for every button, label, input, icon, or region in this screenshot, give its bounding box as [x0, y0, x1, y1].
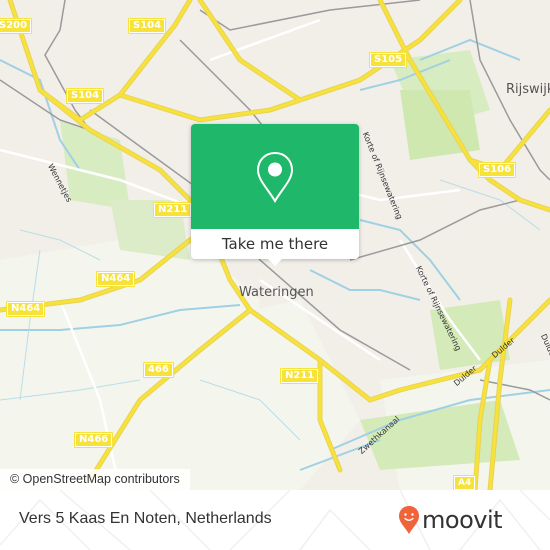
map-attribution[interactable]: © OpenStreetMap contributors [0, 469, 190, 490]
road-shield: 466 [143, 362, 174, 378]
moovit-pin-icon [399, 506, 419, 534]
popup-header[interactable] [191, 124, 359, 229]
road-shield: S104 [128, 18, 167, 34]
footer: Vers 5 Kaas En Noten, Netherlands moovit [0, 490, 550, 550]
moovit-wordmark: moovit [422, 506, 503, 534]
road-shield: S105 [369, 52, 408, 68]
road-shield: N464 [96, 271, 136, 287]
road-shield: N211 [153, 202, 193, 218]
road-shield: S106 [478, 162, 517, 178]
road-shield: A4 [453, 475, 477, 490]
location-pin-icon [256, 151, 294, 203]
road-shield: N211 [280, 368, 320, 384]
location-popup[interactable]: Take me there [191, 124, 359, 266]
road-shield: S200 [0, 18, 33, 34]
place-label-rijswijk: Rijswijk [506, 82, 550, 97]
road-shield: S104 [66, 88, 105, 104]
map-view[interactable]: S200 S104 S104 S105 S106 N211 N211 N464 … [0, 0, 550, 490]
popup-pointer [268, 259, 282, 266]
moovit-logo[interactable]: moovit [398, 502, 503, 538]
take-me-there-button[interactable]: Take me there [191, 229, 359, 259]
road-shield: N466 [74, 432, 114, 448]
take-me-there-label: Take me there [221, 235, 329, 253]
place-name: Vers 5 Kaas En Noten, Netherlands [19, 510, 272, 527]
road-shield: N464 [6, 301, 46, 317]
place-label-wateringen: Wateringen [239, 285, 314, 300]
